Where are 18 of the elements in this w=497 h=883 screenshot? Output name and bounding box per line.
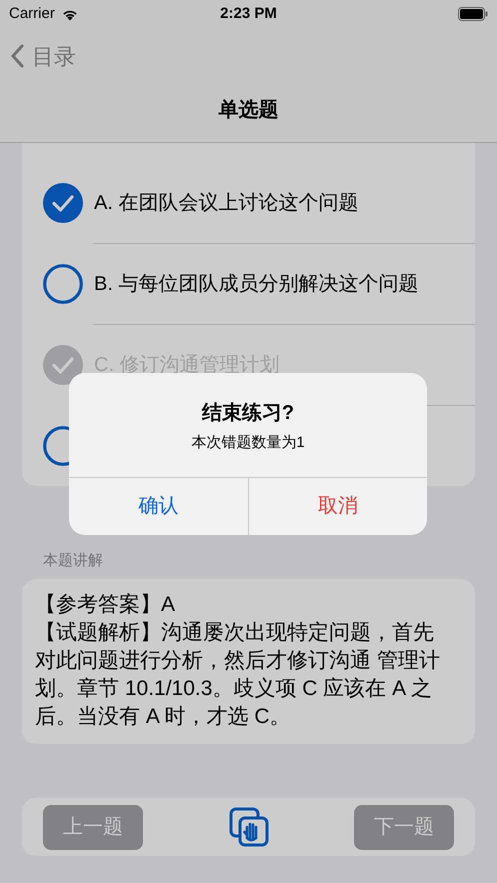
alert-message: 本次错题数量为1 [191, 433, 305, 453]
alert-title: 结束练习? [202, 401, 294, 426]
section-heading: 本题讲解 [43, 551, 103, 571]
hand-cards-icon[interactable] [228, 807, 268, 847]
option-label: B. 与每位团队成员分别解决这个问题 [94, 272, 418, 296]
option-label: A. 在团队会议上讨论这个问题 [94, 190, 358, 216]
page-title: 单选题 [218, 98, 278, 123]
back-button[interactable]: 目录 [10, 40, 76, 72]
confirm-button[interactable]: 确认 [69, 478, 248, 534]
cancel-button[interactable]: 取消 [248, 478, 427, 534]
battery-icon [458, 7, 488, 21]
analysis-text: 【试题解析】沟通屡次出现特定问题，首先对此问题进行分析，然后才修订沟通 管理计划。章节 10.1/10.3。歧义项 C 应该在 A 之后。当没有 A 时，才选 C。 [35, 620, 441, 730]
clock-label: 2:23 PM [220, 4, 277, 24]
chevron-left-icon [10, 44, 24, 68]
radio-circle-icon[interactable] [43, 264, 83, 304]
checked-radio-icon[interactable] [43, 182, 83, 222]
answer-text: 【参考答案】A [35, 592, 176, 618]
carrier-label: Carrier [9, 4, 55, 24]
